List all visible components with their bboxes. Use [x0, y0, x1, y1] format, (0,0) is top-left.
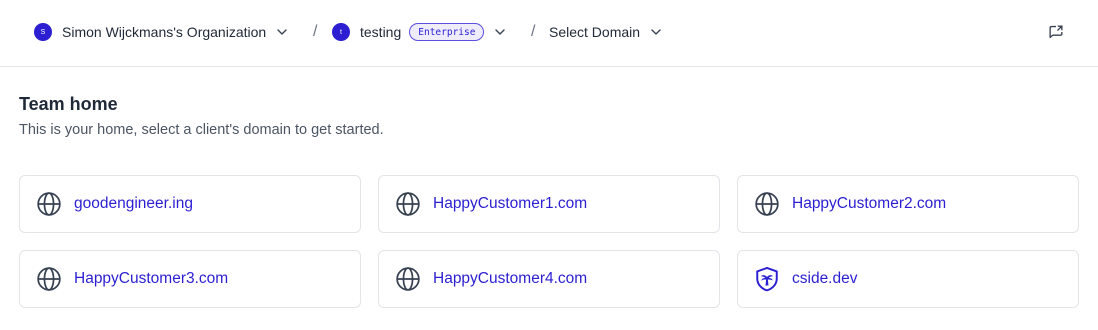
domain-card[interactable]: HappyCustomer1.com — [378, 175, 720, 233]
domain-card-label: HappyCustomer4.com — [433, 270, 588, 287]
domain-card-label: goodengineer.ing — [74, 195, 193, 212]
domain-card[interactable]: goodengineer.ing — [19, 175, 361, 233]
globe-icon — [754, 191, 780, 217]
domain-card-label: cside.dev — [792, 270, 858, 287]
org-avatar: S — [34, 23, 52, 41]
domain-card-label: HappyCustomer3.com — [74, 270, 229, 287]
org-name: Simon Wijckmans's Organization — [62, 24, 267, 40]
cside-shield-icon — [754, 266, 780, 292]
page-subtitle: This is your home, select a client's dom… — [19, 122, 384, 138]
chevron-down-icon — [276, 26, 288, 38]
globe-icon — [36, 266, 62, 292]
domain-card[interactable]: cside.dev — [737, 250, 1079, 308]
domain-card-label: HappyCustomer2.com — [792, 195, 947, 212]
breadcrumb-separator: / — [313, 23, 318, 40]
domain-card[interactable]: HappyCustomer3.com — [19, 250, 361, 308]
plan-badge: Enterprise — [409, 23, 485, 41]
globe-icon — [395, 191, 421, 217]
breadcrumb-separator: / — [531, 23, 536, 40]
project-switcher[interactable]: t testing Enterprise — [332, 21, 506, 43]
feedback-icon — [1049, 25, 1063, 39]
project-name: testing — [360, 24, 402, 40]
domain-select-label: Select Domain — [549, 24, 641, 40]
feedback-button[interactable] — [1046, 22, 1066, 42]
chevron-down-icon — [494, 26, 506, 38]
domain-select[interactable]: Select Domain — [549, 21, 662, 43]
chevron-down-icon — [650, 26, 662, 38]
top-bar: S Simon Wijckmans's Organization / t tes… — [0, 0, 1098, 67]
project-avatar: t — [332, 23, 350, 41]
globe-icon — [36, 191, 62, 217]
page-title: Team home — [19, 94, 118, 114]
org-switcher[interactable]: S Simon Wijckmans's Organization — [34, 21, 288, 43]
domain-card[interactable]: HappyCustomer2.com — [737, 175, 1079, 233]
domain-card[interactable]: HappyCustomer4.com — [378, 250, 720, 308]
globe-icon — [395, 266, 421, 292]
domain-card-label: HappyCustomer1.com — [433, 195, 588, 212]
